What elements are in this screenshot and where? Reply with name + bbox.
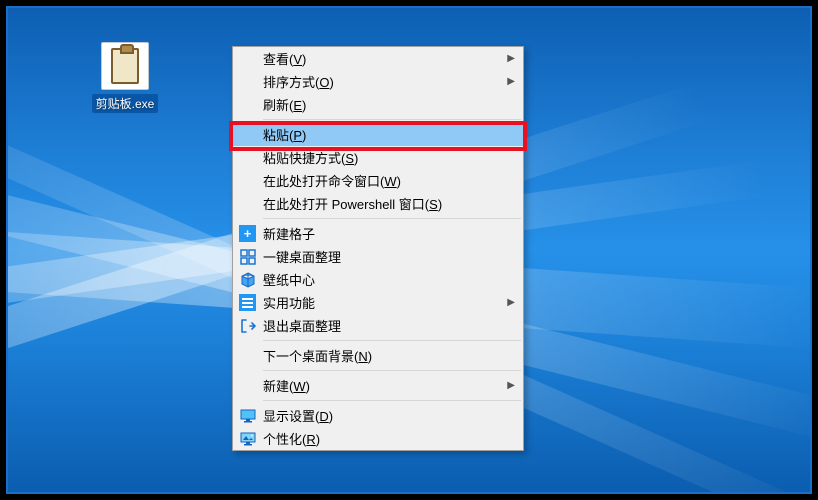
menu-label: 退出桌面整理 <box>263 316 341 335</box>
desktop-frame: 剪贴板.exe 查看(V) ▶ 排序方式(O) ▶ 刷新(E) 粘贴(P) 粘贴… <box>6 6 812 494</box>
menu-item-new[interactable]: 新建(W) ▶ <box>233 374 523 397</box>
menu-separator <box>263 218 521 219</box>
exit-icon <box>239 317 256 334</box>
menu-item-wallpaper-center[interactable]: 壁纸中心 <box>233 268 523 291</box>
menu-item-open-powershell[interactable]: 在此处打开 Powershell 窗口(S) <box>233 192 523 215</box>
menu-item-display-settings[interactable]: 显示设置(D) <box>233 404 523 427</box>
menu-item-view[interactable]: 查看(V) ▶ <box>233 47 523 70</box>
clipboard-icon <box>101 42 149 90</box>
menu-label: 排序方式(O) <box>263 72 334 91</box>
plus-icon: + <box>239 225 256 242</box>
menu-label: 在此处打开命令窗口(W) <box>263 171 401 190</box>
menu-separator <box>263 370 521 371</box>
cube-icon <box>239 271 256 288</box>
menu-item-desktop-organize[interactable]: 一键桌面整理 <box>233 245 523 268</box>
menu-label: 粘贴(P) <box>263 125 306 144</box>
menu-item-personalize[interactable]: 个性化(R) <box>233 427 523 450</box>
chevron-right-icon: ▶ <box>507 76 515 87</box>
menu-item-paste-shortcut[interactable]: 粘贴快捷方式(S) <box>233 146 523 169</box>
menu-item-paste[interactable]: 粘贴(P) <box>233 123 523 146</box>
personalize-icon <box>239 430 256 447</box>
chevron-right-icon: ▶ <box>507 297 515 308</box>
desktop-icon-clipboard[interactable]: 剪贴板.exe <box>80 42 170 113</box>
menu-item-next-background[interactable]: 下一个桌面背景(N) <box>233 344 523 367</box>
menu-label: 个性化(R) <box>263 429 320 448</box>
desktop-icon-label: 剪贴板.exe <box>92 94 159 113</box>
menu-item-exit-organize[interactable]: 退出桌面整理 <box>233 314 523 337</box>
menu-item-utility[interactable]: 实用功能 ▶ <box>233 291 523 314</box>
menu-label: 下一个桌面背景(N) <box>263 346 372 365</box>
menu-label: 刷新(E) <box>263 95 306 114</box>
menu-item-refresh[interactable]: 刷新(E) <box>233 93 523 116</box>
menu-separator <box>263 400 521 401</box>
menu-label: 显示设置(D) <box>263 406 333 425</box>
menu-label: 新建格子 <box>263 224 315 243</box>
context-menu: 查看(V) ▶ 排序方式(O) ▶ 刷新(E) 粘贴(P) 粘贴快捷方式(S) … <box>232 46 524 451</box>
chevron-right-icon: ▶ <box>507 53 515 64</box>
menu-item-new-grid[interactable]: + 新建格子 <box>233 222 523 245</box>
list-icon <box>239 294 256 311</box>
menu-label: 壁纸中心 <box>263 270 315 289</box>
menu-label: 在此处打开 Powershell 窗口(S) <box>263 194 442 213</box>
chevron-right-icon: ▶ <box>507 380 515 391</box>
grid-icon <box>239 248 256 265</box>
menu-item-sort[interactable]: 排序方式(O) ▶ <box>233 70 523 93</box>
monitor-icon <box>239 407 256 424</box>
menu-separator <box>263 340 521 341</box>
menu-label: 实用功能 <box>263 293 315 312</box>
menu-item-open-cmd[interactable]: 在此处打开命令窗口(W) <box>233 169 523 192</box>
menu-label: 查看(V) <box>263 49 306 68</box>
menu-label: 新建(W) <box>263 376 310 395</box>
menu-label: 粘贴快捷方式(S) <box>263 148 358 167</box>
menu-separator <box>263 119 521 120</box>
menu-label: 一键桌面整理 <box>263 247 341 266</box>
